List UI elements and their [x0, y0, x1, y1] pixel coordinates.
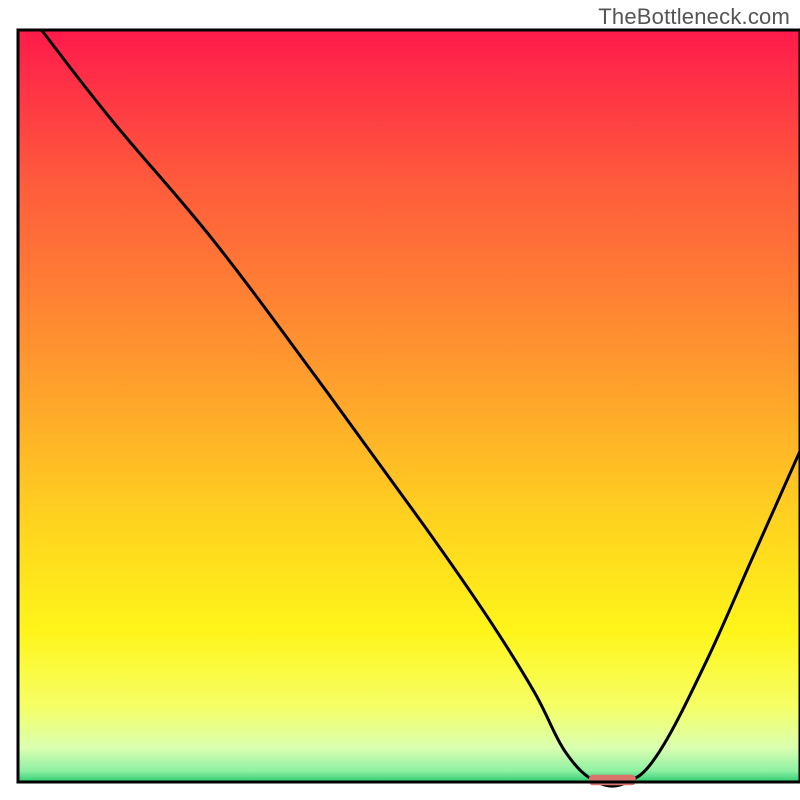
bottleneck-chart — [0, 0, 800, 800]
plot-background — [18, 30, 800, 782]
optimal-marker — [589, 775, 636, 786]
chart-stage: TheBottleneck.com — [0, 0, 800, 800]
watermark-text: TheBottleneck.com — [598, 4, 790, 30]
